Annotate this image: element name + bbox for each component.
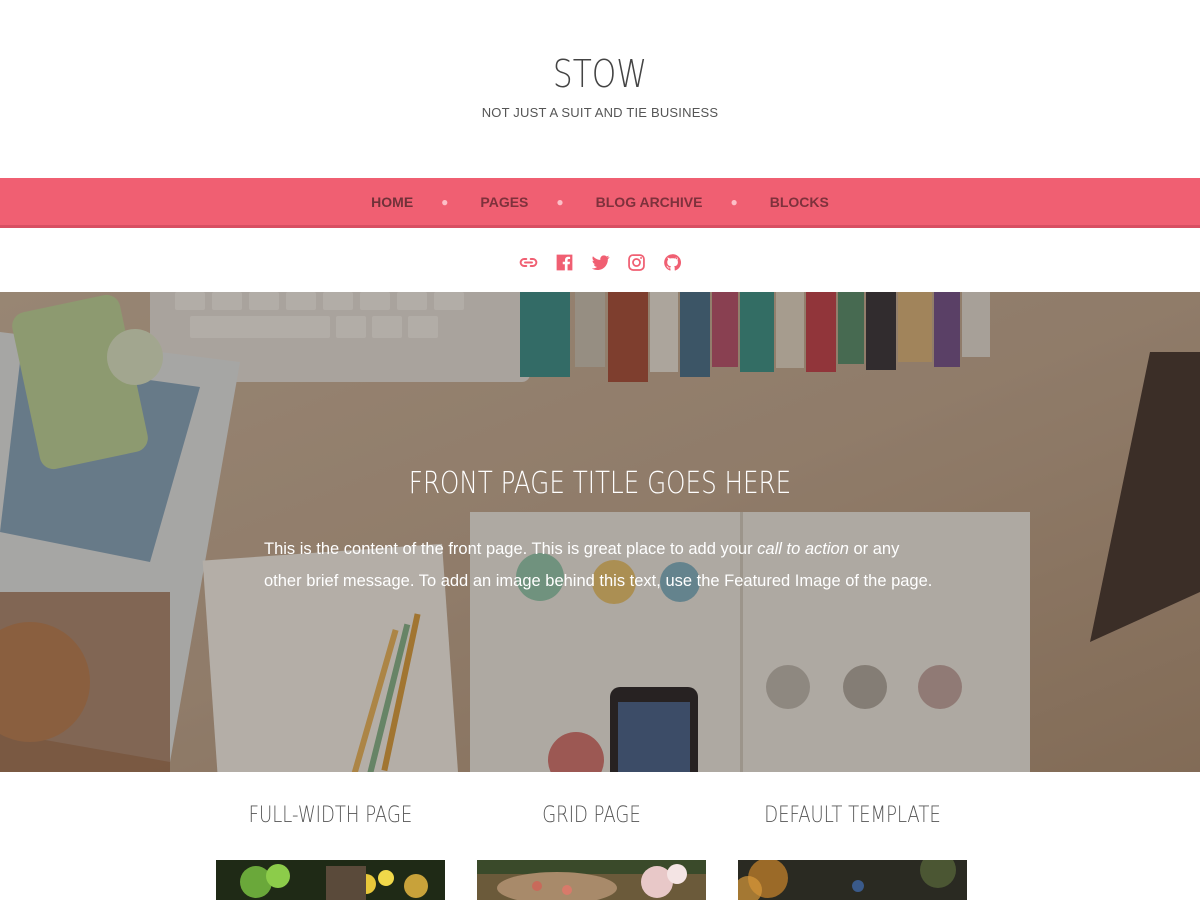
grid-item-thumbnail[interactable] [477, 860, 706, 900]
grid-item: FULL-WIDTH PAGE [216, 800, 445, 900]
nav-item-blocks[interactable]: BLOCKS [770, 194, 829, 210]
grid-item-title[interactable]: GRID PAGE [498, 800, 686, 836]
hero-text-part: This is the content of the front page. T… [264, 540, 758, 558]
link-icon[interactable] [517, 251, 539, 273]
nav-separator: ● [556, 194, 564, 209]
nav-item-label: PAGES [480, 193, 529, 210]
front-page-title: FRONT PAGE TITLE GOES HERE [408, 466, 792, 501]
nav-item-blog-archive[interactable]: BLOG ARCHIVE ● [596, 194, 738, 210]
grid-item-title[interactable]: FULL-WIDTH PAGE [237, 800, 425, 836]
main-navigation: HOME ● PAGES ● BLOG ARCHIVE ● BLOCKS [0, 178, 1200, 228]
nav-item-label: BLOG ARCHIVE [595, 193, 703, 210]
nav-separator: ● [441, 194, 449, 209]
nav-item-home[interactable]: HOME ● [371, 194, 448, 210]
grid-item-title[interactable]: DEFAULT TEMPLATE [759, 800, 947, 836]
nav-item-pages[interactable]: PAGES ● [480, 194, 563, 210]
grid-item-thumbnail[interactable] [738, 860, 967, 900]
twitter-icon[interactable] [589, 251, 611, 273]
front-page-hero: FRONT PAGE TITLE GOES HERE This is the c… [0, 292, 1200, 772]
facebook-icon[interactable] [553, 251, 575, 273]
nav-item-label: HOME [371, 193, 414, 210]
grid-item-thumbnail[interactable] [216, 860, 445, 900]
child-pages-grid: FULL-WIDTH PAGE GRID PAGE DEFAULT TEMPLA… [216, 800, 968, 900]
call-to-action-text: call to action [757, 540, 849, 558]
github-icon[interactable] [661, 251, 683, 273]
site-header: STOW NOT JUST A SUIT AND TIE BUSINESS [0, 0, 1200, 178]
grid-item: GRID PAGE [477, 800, 706, 900]
hero-overlay [0, 292, 1200, 772]
nav-separator: ● [730, 194, 738, 209]
instagram-icon[interactable] [625, 251, 647, 273]
nav-item-label: BLOCKS [769, 193, 829, 210]
grid-item: DEFAULT TEMPLATE [738, 800, 967, 900]
social-links-menu [0, 246, 1200, 278]
site-tagline: NOT JUST A SUIT AND TIE BUSINESS [481, 105, 719, 120]
front-page-content: This is the content of the front page. T… [264, 533, 934, 597]
site-title[interactable]: STOW [108, 52, 1092, 96]
